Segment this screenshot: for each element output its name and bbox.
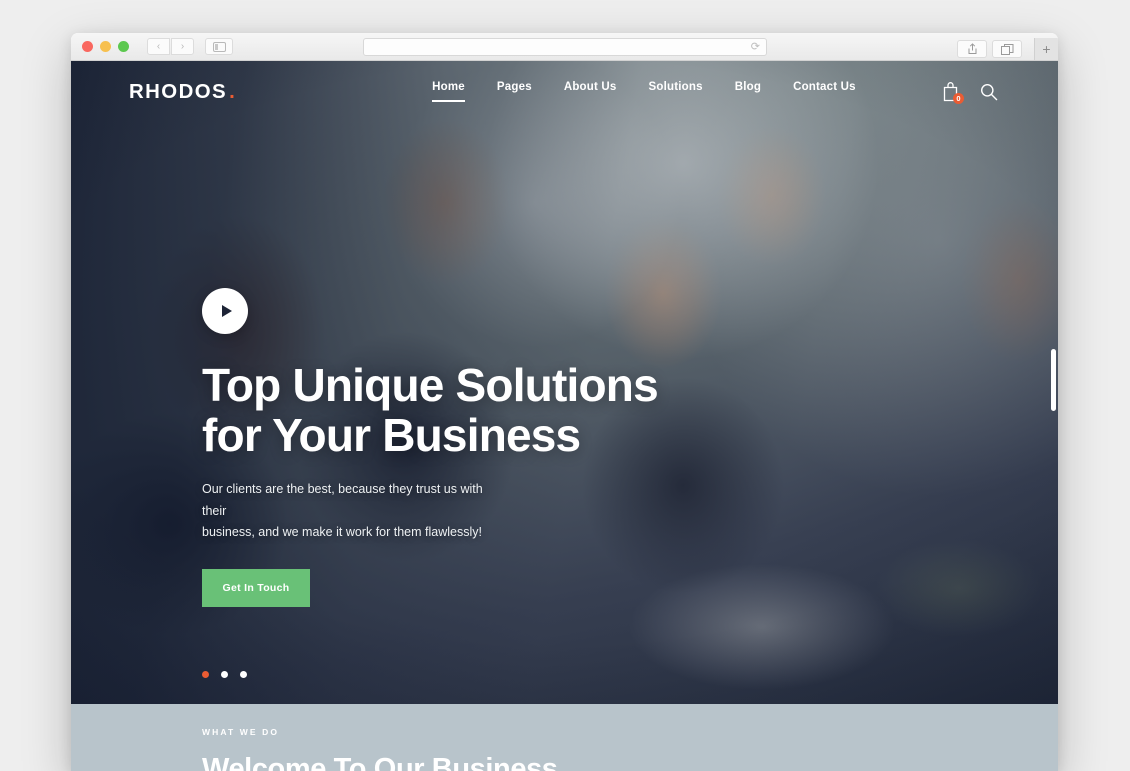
minimize-window-button[interactable]: [100, 41, 111, 52]
cart-count-badge: 0: [953, 93, 964, 104]
hero-subtitle: Our clients are the best, because they t…: [202, 482, 483, 540]
cart-button[interactable]: 0: [942, 82, 964, 104]
sidebar-icon: [212, 41, 226, 52]
close-window-button[interactable]: [82, 41, 93, 52]
nav-item-solutions[interactable]: Solutions: [649, 81, 703, 104]
search-button[interactable]: [980, 83, 998, 101]
section-heading: Welcome To Our Business: [202, 753, 558, 771]
window-traffic-lights: [82, 41, 129, 52]
browser-window: ‹ › ⟳ + RHODOS . Home Pages About Us Sol…: [71, 33, 1058, 771]
section-eyebrow: WHAT WE DO: [202, 727, 280, 737]
hero-title: Top Unique Solutions for Your Business: [202, 359, 659, 461]
share-button[interactable]: [957, 40, 987, 58]
search-icon: [981, 84, 998, 101]
header-tools: 0: [942, 82, 998, 104]
nav-item-pages[interactable]: Pages: [497, 81, 532, 104]
page-viewport: RHODOS . Home Pages About Us Solutions B…: [71, 61, 1058, 771]
reload-icon[interactable]: ⟳: [751, 41, 760, 53]
maximize-window-button[interactable]: [118, 41, 129, 52]
browser-titlebar: ‹ › ⟳ +: [71, 33, 1058, 61]
address-bar[interactable]: ⟳: [363, 38, 767, 56]
browser-navigation-buttons: ‹ ›: [147, 38, 194, 55]
logo-text: RHODOS: [128, 81, 228, 103]
forward-button[interactable]: ›: [171, 38, 194, 55]
slider-dot-2[interactable]: [221, 671, 228, 678]
site-logo[interactable]: RHODOS .: [129, 82, 236, 102]
nav-item-home[interactable]: Home: [432, 81, 465, 104]
play-video-button[interactable]: [202, 288, 248, 334]
tabs-icon: [1000, 43, 1013, 55]
slider-dot-3[interactable]: [240, 671, 247, 678]
slider-dot-1[interactable]: [202, 671, 209, 678]
chevron-right-icon: ›: [180, 40, 185, 52]
sidebar-toggle-button[interactable]: [205, 38, 233, 55]
plus-icon: +: [1042, 41, 1051, 57]
desktop-background: ‹ › ⟳ + RHODOS . Home Pages About Us Sol…: [0, 0, 1130, 771]
share-icon: [968, 43, 976, 54]
nav-item-about-us[interactable]: About Us: [564, 81, 617, 104]
main-navigation: Home Pages About Us Solutions Blog Conta…: [432, 81, 856, 104]
get-in-touch-button[interactable]: Get In Touch: [202, 568, 310, 607]
page-scrollbar[interactable]: [1051, 349, 1056, 411]
nav-item-contact-us[interactable]: Contact Us: [793, 81, 856, 104]
browser-right-toolbar: +: [952, 38, 1058, 60]
new-tab-button[interactable]: +: [1034, 38, 1058, 60]
what-we-do-section: WHAT WE DO Welcome To Our Business: [71, 704, 1058, 771]
chevron-left-icon: ‹: [156, 40, 161, 52]
site-header: RHODOS . Home Pages About Us Solutions B…: [71, 61, 1058, 123]
back-button[interactable]: ‹: [147, 38, 170, 55]
slider-pagination: [202, 671, 247, 678]
logo-dot: .: [229, 81, 237, 103]
play-icon: [221, 305, 232, 317]
nav-item-blog[interactable]: Blog: [735, 81, 761, 104]
hero-slider: RHODOS . Home Pages About Us Solutions B…: [71, 61, 1058, 704]
hero-content: Top Unique Solutions for Your Business O…: [202, 61, 762, 607]
show-tabs-button[interactable]: [992, 40, 1022, 58]
